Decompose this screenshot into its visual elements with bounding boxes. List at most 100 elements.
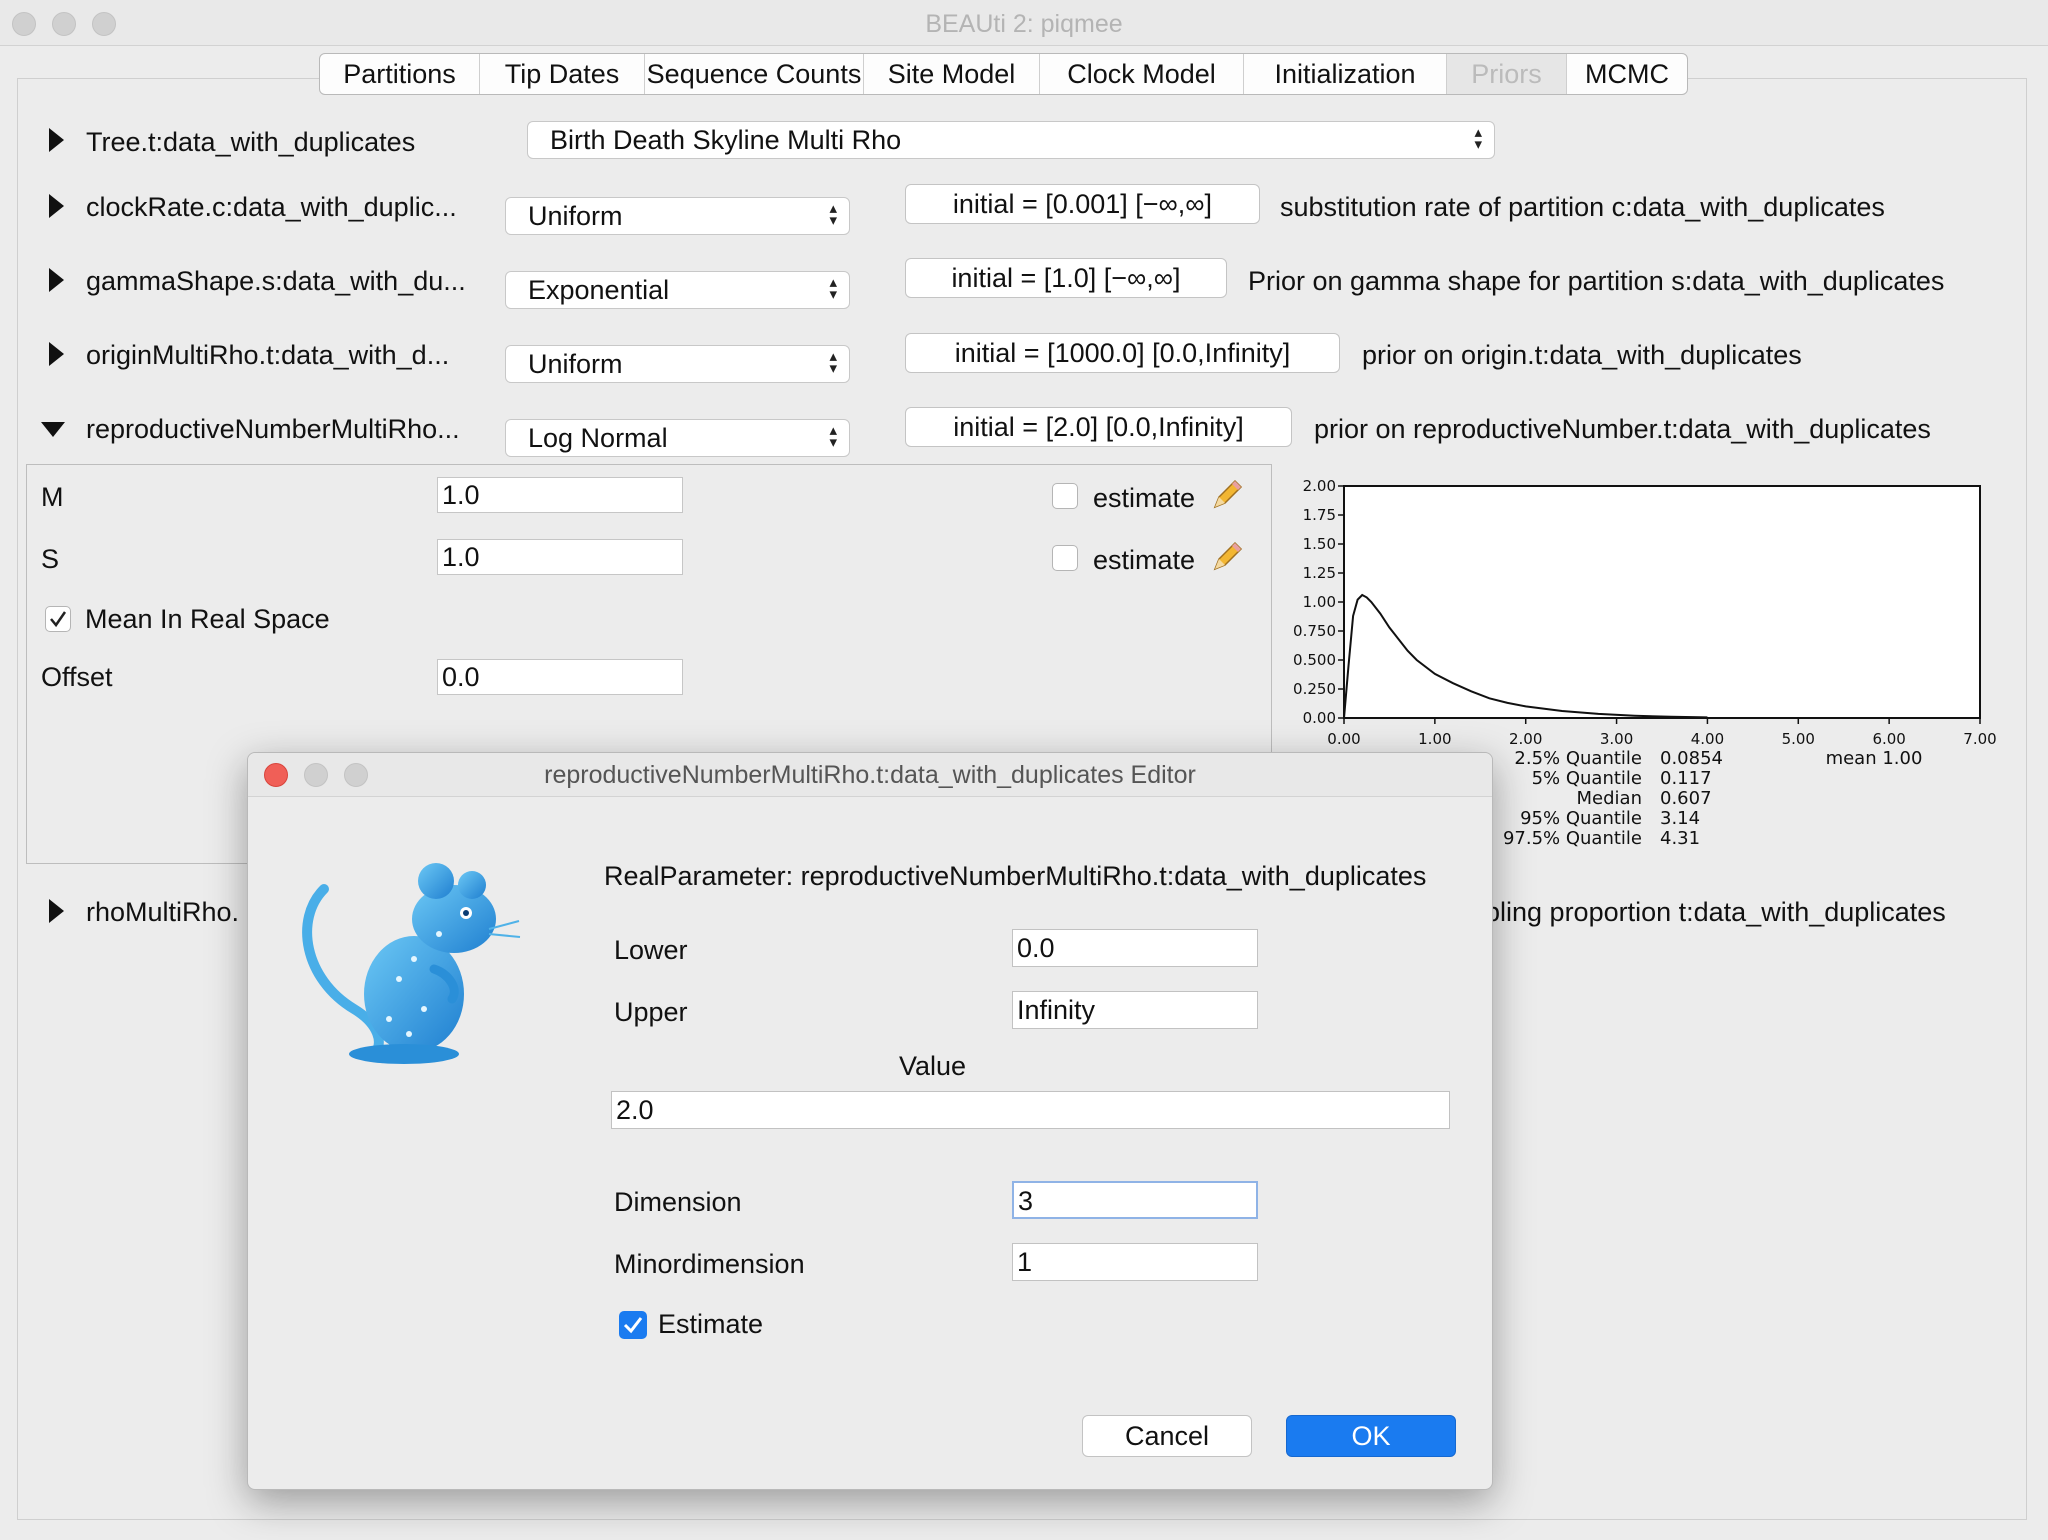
y-tick-label: 1.00 [1303,593,1336,611]
select-arrows-icon: ▴ ▾ [829,348,837,377]
prior-dist-select-gammashape[interactable]: Exponential ▴ ▾ [505,271,850,309]
prior-desc-rho: pling proportion t:data_with_duplicates [1485,897,1946,927]
prior-label-rho: rhoMultiRho. [86,897,240,927]
s-input[interactable]: 1.0 [437,539,683,575]
tab-initialization[interactable]: Initialization [1244,54,1447,94]
pencil-icon[interactable] [1209,539,1245,575]
collapse-arrow-icon[interactable] [41,422,65,437]
quantile-label: 5% Quantile [1532,768,1642,789]
dimension-label: Dimension [614,1187,742,1217]
upper-label: Upper [614,997,688,1027]
quantile-label: 2.5% Quantile [1514,748,1642,769]
prior-dist-value: Uniform [528,349,623,379]
ok-button[interactable]: OK [1286,1415,1456,1457]
mean-real-space-label: Mean In Real Space [85,604,330,634]
value-label: Value [899,1051,967,1081]
prior-desc-clockrate: substitution rate of partition c:data_wi… [1280,192,1885,222]
prior-dist-select-clockrate[interactable]: Uniform ▴ ▾ [505,197,850,235]
select-arrows-icon: ▴ ▾ [829,274,837,303]
expand-arrow-icon[interactable] [49,268,64,292]
plot-area [1343,485,1981,719]
estimate-m-checkbox[interactable] [1052,483,1078,509]
x-tick-label: 3.00 [1600,730,1633,748]
tree-prior-value: Birth Death Skyline Multi Rho [550,125,902,155]
estimate-label: Estimate [658,1309,764,1339]
tab-sequence-counts[interactable]: Sequence Counts [645,54,864,94]
prior-desc-gammashape: Prior on gamma shape for partition s:dat… [1248,266,1945,296]
tab-mcmc[interactable]: MCMC [1567,54,1687,94]
m-input[interactable]: 1.0 [437,477,683,513]
quantile-label: 97.5% Quantile [1503,828,1642,849]
tab-site-model[interactable]: Site Model [864,54,1040,94]
dialog-titlebar: reproductiveNumberMultiRho.t:data_with_d… [248,753,1492,797]
tab-priors[interactable]: Priors [1447,54,1567,94]
estimate-s-label: estimate [1093,545,1196,575]
estimate-checkbox[interactable] [619,1311,647,1339]
value-input[interactable]: 2.0 [611,1091,1450,1129]
tab-bar: Partitions Tip Dates Sequence Counts Sit… [319,53,1688,95]
m-label: M [41,482,64,512]
dimension-input[interactable]: 3 [1012,1181,1258,1219]
dialog-heading: RealParameter: reproductiveNumberMultiRh… [604,861,1427,891]
expand-arrow-icon[interactable] [49,194,64,218]
quantile-label: Median [1577,788,1642,809]
quantile-value: 0.607 [1660,788,1712,809]
window-title: BEAUti 2: piqmee [925,10,1123,38]
tree-prior-select[interactable]: Birth Death Skyline Multi Rho ▴ ▾ [527,121,1495,159]
y-tick-label: 1.25 [1303,564,1336,582]
y-tick-label: 0.250 [1293,680,1336,698]
dialog-title: reproductiveNumberMultiRho.t:data_with_d… [544,761,1196,789]
initial-button-origin[interactable]: initial = [1000.0] [0.0,Infinity] [905,333,1340,373]
quantile-value: 0.117 [1660,768,1712,789]
expand-arrow-icon[interactable] [49,899,64,923]
mean-real-space-checkbox[interactable] [45,606,71,632]
tab-tip-dates[interactable]: Tip Dates [480,54,645,94]
cancel-button[interactable]: Cancel [1082,1415,1252,1457]
tab-partitions[interactable]: Partitions [320,54,480,94]
minordimension-label: Minordimension [614,1249,805,1279]
quantile-value: 3.14 [1660,808,1700,829]
quantile-value: 0.0854 [1660,748,1723,769]
parameter-editor-dialog: reproductiveNumberMultiRho.t:data_with_d… [247,752,1493,1490]
mean-label: mean 1.00 [1826,748,1923,769]
s-label: S [41,544,60,574]
tab-clock-model[interactable]: Clock Model [1040,54,1244,94]
x-tick-label: 6.00 [1872,730,1905,748]
offset-label: Offset [41,662,113,692]
prior-dist-select-reproductive[interactable]: Log Normal ▴ ▾ [505,419,850,457]
initial-button-reproductive[interactable]: initial = [2.0] [0.0,Infinity] [905,407,1292,447]
estimate-s-checkbox[interactable] [1052,545,1078,571]
prior-desc-reproductive: prior on reproductiveNumber.t:data_with_… [1314,414,1931,444]
quantile-value: 4.31 [1660,828,1700,849]
offset-input[interactable]: 0.0 [437,659,683,695]
x-tick-label: 7.00 [1963,730,1996,748]
initial-button-clockrate[interactable]: initial = [0.001] [−∞,∞] [905,184,1260,224]
beast-mouse-logo [302,863,521,1064]
y-tick-label: 1.50 [1303,535,1336,553]
lower-input[interactable]: 0.0 [1012,929,1258,967]
expand-arrow-icon[interactable] [49,342,64,366]
upper-input[interactable]: Infinity [1012,991,1258,1029]
prior-label-gammashape: gammaShape.s:data_with_du... [86,266,466,296]
x-tick-label: 5.00 [1782,730,1815,748]
quantile-label: 95% Quantile [1520,808,1642,829]
initial-button-gammashape[interactable]: initial = [1.0] [−∞,∞] [905,258,1227,298]
pencil-icon[interactable] [1209,477,1245,513]
lower-label: Lower [614,935,688,965]
tree-prior-label: Tree.t:data_with_duplicates [86,127,416,157]
y-tick-label: 0.750 [1293,622,1336,640]
prior-label-clockrate: clockRate.c:data_with_duplic... [86,192,457,222]
expand-arrow-icon[interactable] [49,128,64,152]
checkmark-icon [50,611,67,628]
y-tick-label: 0.500 [1293,651,1336,669]
select-arrows-icon: ▴ ▾ [829,200,837,229]
minordimension-input[interactable]: 1 [1012,1243,1258,1281]
prior-label-reproductive: reproductiveNumberMultiRho... [86,414,460,444]
x-tick-label: 1.00 [1418,730,1451,748]
prior-dist-select-origin[interactable]: Uniform ▴ ▾ [505,345,850,383]
y-tick-label: 2.00 [1303,477,1336,495]
prior-dist-value: Exponential [528,275,670,305]
y-tick-label: 0.00 [1303,709,1336,727]
prior-dist-value: Log Normal [528,423,668,453]
x-tick-label: 0.00 [1327,730,1360,748]
